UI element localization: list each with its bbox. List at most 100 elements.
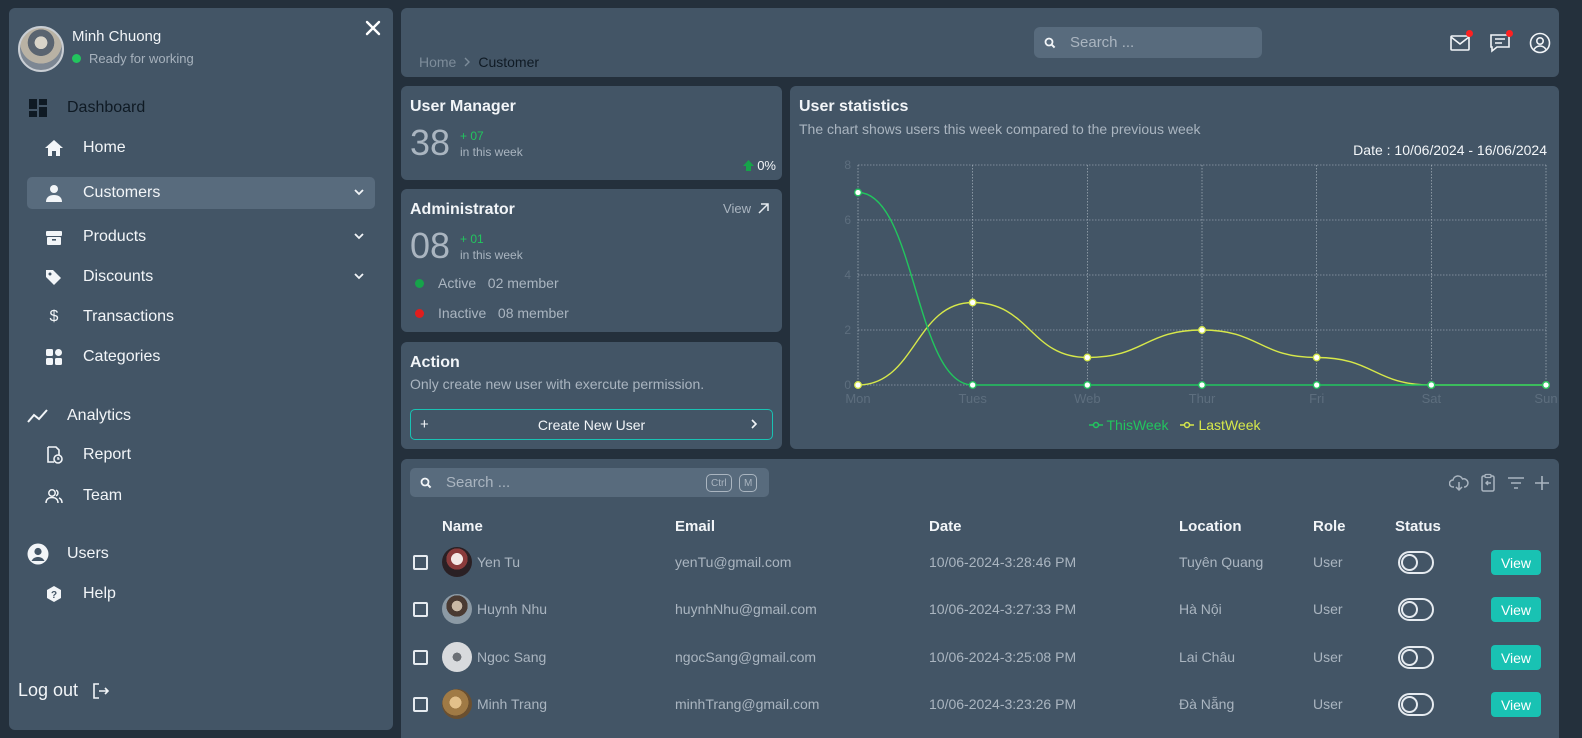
- chat-icon[interactable]: [1489, 30, 1513, 54]
- admin-view-link[interactable]: View: [723, 201, 770, 216]
- row-date: 10/06-2024-3:23:26 PM: [929, 696, 1077, 712]
- y-tick-label: 8: [844, 158, 851, 172]
- row-email: ngocSang@gmail.com: [675, 649, 817, 665]
- sidebar-item-label: Help: [83, 585, 116, 602]
- y-tick-label: 0: [844, 378, 851, 392]
- close-icon[interactable]: [363, 18, 383, 38]
- status-toggle[interactable]: [1398, 551, 1434, 574]
- row-name: Minh Trang: [477, 696, 548, 712]
- data-point: [1312, 381, 1321, 389]
- chart-legend: ThisWeek LastWeek: [790, 417, 1559, 433]
- sidebar-item-discounts[interactable]: Discounts: [27, 261, 375, 293]
- row-checkbox[interactable]: [413, 650, 428, 665]
- global-search[interactable]: [1034, 27, 1262, 58]
- column-header-role[interactable]: Role: [1313, 518, 1346, 535]
- row-checkbox[interactable]: [413, 555, 428, 570]
- view-button[interactable]: View: [1491, 692, 1541, 717]
- dollar-icon: $: [49, 308, 59, 325]
- view-button[interactable]: View: [1491, 550, 1541, 575]
- user-manager-card: User Manager 38 + 07 in this week 0%: [401, 86, 782, 180]
- report-icon: [43, 444, 65, 466]
- chevron-down-icon: [353, 186, 365, 198]
- sidebar-item-help[interactable]: ? Help: [27, 578, 375, 610]
- chevron-right-icon: [748, 418, 760, 430]
- status-toggle[interactable]: [1398, 693, 1434, 716]
- user-delta-label: in this week: [460, 145, 523, 159]
- column-header-date[interactable]: Date: [929, 518, 962, 535]
- column-header-name[interactable]: Name: [442, 518, 483, 535]
- inactive-members: Inactive 08 member: [415, 305, 569, 321]
- user-status-text: Ready for working: [89, 51, 194, 66]
- legend-item-lastweek[interactable]: LastWeek: [1180, 417, 1260, 433]
- column-header-location[interactable]: Location: [1179, 518, 1242, 535]
- view-button[interactable]: View: [1491, 597, 1541, 622]
- table-row: Huynh Nhu huynhNhu@gmail.com 10/06-2024-…: [401, 587, 1559, 633]
- search-input[interactable]: [1070, 34, 1230, 51]
- legend-item-thisweek[interactable]: ThisWeek: [1088, 417, 1168, 433]
- sidebar-item-analytics[interactable]: Analytics: [27, 400, 375, 432]
- table-search-input[interactable]: [446, 474, 606, 491]
- x-tick-label: Fri: [1309, 391, 1324, 406]
- sidebar-item-team[interactable]: Team: [27, 480, 375, 512]
- row-checkbox[interactable]: [413, 602, 428, 617]
- sidebar-item-home[interactable]: Home: [27, 132, 375, 164]
- breadcrumb: Home Customer: [419, 54, 539, 70]
- row-location: Đà Nẵng: [1179, 696, 1235, 712]
- row-location: Hà Nội: [1179, 601, 1222, 617]
- y-tick-label: 4: [844, 268, 851, 282]
- user-status: Ready for working: [72, 51, 194, 66]
- logout-button[interactable]: Log out: [18, 680, 110, 701]
- sidebar-item-dashboard[interactable]: Dashboard: [27, 92, 375, 124]
- table-search[interactable]: Ctrl M: [410, 468, 769, 497]
- inactive-label: Inactive: [438, 305, 487, 321]
- row-name: Ngoc Sang: [477, 649, 547, 665]
- sidebar-item-report[interactable]: Report: [27, 439, 375, 471]
- account-icon[interactable]: [1529, 32, 1551, 54]
- logout-label: Log out: [18, 680, 79, 700]
- table-row: Minh Trang minhTrang@gmail.com 10/06-202…: [401, 682, 1559, 728]
- column-header-status[interactable]: Status: [1395, 518, 1441, 535]
- top-bar: Home Customer: [401, 8, 1559, 77]
- search-icon: [420, 477, 432, 489]
- data-point: [854, 381, 862, 389]
- user-name: Minh Chuong: [72, 28, 162, 45]
- clipboard-icon[interactable]: [1478, 473, 1498, 493]
- filter-icon[interactable]: [1506, 473, 1526, 493]
- column-header-email[interactable]: Email: [675, 518, 715, 535]
- administrator-card: Administrator View 08 + 01 in this week …: [401, 189, 782, 332]
- svg-text:?: ?: [51, 590, 57, 601]
- action-description: Only create new user with exercute permi…: [410, 376, 705, 392]
- sidebar-item-categories[interactable]: Categories: [27, 341, 375, 373]
- status-toggle[interactable]: [1398, 646, 1434, 669]
- row-checkbox[interactable]: [413, 697, 428, 712]
- cloud-download-icon[interactable]: [1449, 473, 1469, 493]
- avatar[interactable]: [18, 26, 64, 72]
- growth-percent: 0%: [743, 158, 776, 173]
- breadcrumb-home[interactable]: Home: [419, 54, 456, 70]
- create-new-user-button[interactable]: + Create New User: [410, 409, 773, 440]
- sidebar-item-customers[interactable]: Customers: [27, 177, 375, 209]
- x-tick-label: Sat: [1422, 391, 1442, 406]
- sidebar-item-label: Analytics: [67, 407, 132, 424]
- admin-delta-label: in this week: [460, 248, 523, 262]
- row-name: Yen Tu: [477, 554, 521, 570]
- data-point: [1083, 353, 1092, 362]
- row-role: User: [1313, 696, 1343, 712]
- inactive-dot: [415, 308, 424, 318]
- add-icon[interactable]: [1532, 473, 1552, 493]
- avatar: [442, 689, 472, 719]
- data-point: [1083, 381, 1092, 389]
- sidebar-item-label: Products: [83, 228, 147, 245]
- x-tick-label: Mon: [845, 391, 870, 406]
- sidebar-item-users[interactable]: Users: [27, 538, 375, 570]
- sidebar-item-transactions[interactable]: $ Transactions: [27, 301, 375, 333]
- active-label: Active: [438, 275, 477, 291]
- data-point: [1312, 353, 1321, 362]
- mail-icon[interactable]: [1449, 30, 1473, 54]
- avatar: [442, 547, 472, 577]
- row-role: User: [1313, 554, 1343, 570]
- breadcrumb-current: Customer: [478, 54, 540, 70]
- status-toggle[interactable]: [1398, 598, 1434, 621]
- sidebar-item-products[interactable]: Products: [27, 221, 375, 253]
- view-button[interactable]: View: [1491, 645, 1541, 670]
